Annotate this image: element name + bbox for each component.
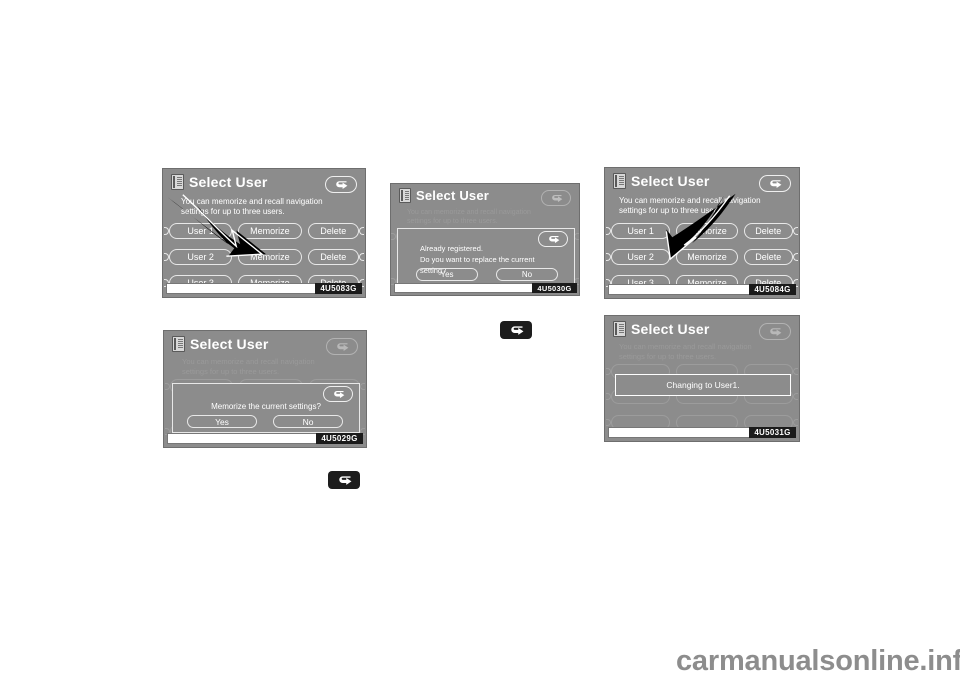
user-button-grid: User 1 Memorize Delete User 2 Memorize D… <box>606 223 798 291</box>
table-row: User 1 Memorize Delete <box>611 223 793 239</box>
screen-description: You can memorize and recall navigation s… <box>181 197 323 217</box>
row-connector-right <box>359 253 364 261</box>
figure-caption: 4U5084G <box>749 284 796 295</box>
back-arrow-icon <box>510 326 523 335</box>
back-button[interactable] <box>541 190 571 206</box>
no-button[interactable]: No <box>273 415 343 428</box>
back-arrow-icon <box>548 236 559 244</box>
figure-caption: 4U5030G <box>532 283 577 293</box>
back-arrow-icon <box>770 180 782 188</box>
back-arrow-icon <box>551 195 562 203</box>
figure-caption: 4U5083G <box>315 283 362 294</box>
memorize-2-button[interactable]: Memorize <box>676 249 738 265</box>
dialog-back-button[interactable] <box>323 386 353 402</box>
back-arrow-icon <box>336 181 348 189</box>
back-key-glyph-left[interactable] <box>328 471 360 489</box>
screen-already-registered: Select User You can memorize and recall … <box>390 183 580 296</box>
row-connector-right <box>793 419 798 426</box>
user-button-grid: User 1 Memorize Delete User 2 Memorize D… <box>164 223 364 291</box>
screen-title: Select User <box>613 321 709 337</box>
screen-description: You can memorize and recall navigation s… <box>407 209 531 225</box>
row-connector-right <box>360 383 365 390</box>
yes-button[interactable]: Yes <box>187 415 257 428</box>
dialog-back-button[interactable] <box>538 231 568 247</box>
screen-description: You can memorize and recall navigation s… <box>619 196 761 216</box>
confirm-dialog: Memorize the current settings? Yes No <box>172 383 360 433</box>
status-banner: Changing to User1. <box>615 374 791 396</box>
user-1-button[interactable]: User 1 <box>169 223 233 239</box>
notebook-icon <box>613 173 626 189</box>
dialog-buttons: Yes No <box>416 268 558 281</box>
screen-title: Select User <box>399 188 489 203</box>
table-row: User 2 Memorize Delete <box>169 249 359 265</box>
screen-title-label: Select User <box>189 174 268 190</box>
row-connector-right <box>793 393 798 400</box>
user-2-button[interactable]: User 2 <box>169 249 233 265</box>
back-arrow-icon <box>337 343 349 351</box>
screen-title-label: Select User <box>631 321 710 337</box>
back-arrow-icon <box>333 391 344 399</box>
memorize-1-button[interactable]: Memorize <box>676 223 738 239</box>
table-row: User 1 Memorize Delete <box>169 223 359 239</box>
figure-caption: 4U5029G <box>316 433 363 444</box>
screen-description: You can memorize and recall navigation s… <box>619 342 752 361</box>
screen-memorize-confirm: Select User You can memorize and recall … <box>163 330 367 448</box>
back-arrow-icon <box>770 328 782 336</box>
screen-changing-user: Select User You can memorize and recall … <box>604 315 800 442</box>
row-connector-right <box>793 227 798 235</box>
user-2-button[interactable]: User 2 <box>611 249 671 265</box>
delete-1-button[interactable]: Delete <box>307 223 359 239</box>
delete-2-button[interactable]: Delete <box>307 249 359 265</box>
dialog-message: Memorize the current settings? <box>211 402 321 411</box>
dialog-buttons: Yes No <box>187 415 343 428</box>
row-connector-right <box>359 227 364 235</box>
user-1-button[interactable]: User 1 <box>611 223 671 239</box>
table-row: User 2 Memorize Delete <box>611 249 793 265</box>
notebook-icon <box>171 174 184 190</box>
site-watermark: carmanualsonline.info <box>676 645 960 677</box>
back-arrow-icon <box>338 476 351 485</box>
delete-2-button[interactable]: Delete <box>743 249 793 265</box>
screen-title-label: Select User <box>416 188 490 203</box>
screen-description: You can memorize and recall navigation s… <box>182 357 315 376</box>
screen-title-label: Select User <box>190 336 269 352</box>
yes-button[interactable]: Yes <box>416 268 478 281</box>
confirm-dialog: Already registered. Do you want to repla… <box>397 228 575 286</box>
screen-title-label: Select User <box>631 173 710 189</box>
row-connector-right <box>793 368 798 375</box>
back-button[interactable] <box>759 175 791 192</box>
notebook-icon <box>399 188 411 203</box>
screen-title: Select User <box>171 174 267 190</box>
back-key-glyph-middle[interactable] <box>500 321 532 339</box>
screen-title: Select User <box>613 173 709 189</box>
back-button[interactable] <box>325 176 357 193</box>
notebook-icon <box>613 321 626 337</box>
screen-select-user-memorize: Select User You can memorize and recall … <box>604 167 800 299</box>
memorize-1-button[interactable]: Memorize <box>238 223 302 239</box>
screen-title: Select User <box>172 336 268 352</box>
back-button[interactable] <box>759 323 791 340</box>
back-button[interactable] <box>326 338 358 355</box>
notebook-icon <box>172 336 185 352</box>
no-button[interactable]: No <box>496 268 558 281</box>
figure-caption: 4U5031G <box>749 427 796 438</box>
delete-1-button[interactable]: Delete <box>743 223 793 239</box>
screen-select-user-recall: Select User You can memorize and recall … <box>162 168 366 298</box>
memorize-2-button[interactable]: Memorize <box>238 249 302 265</box>
row-connector-right <box>793 253 798 261</box>
